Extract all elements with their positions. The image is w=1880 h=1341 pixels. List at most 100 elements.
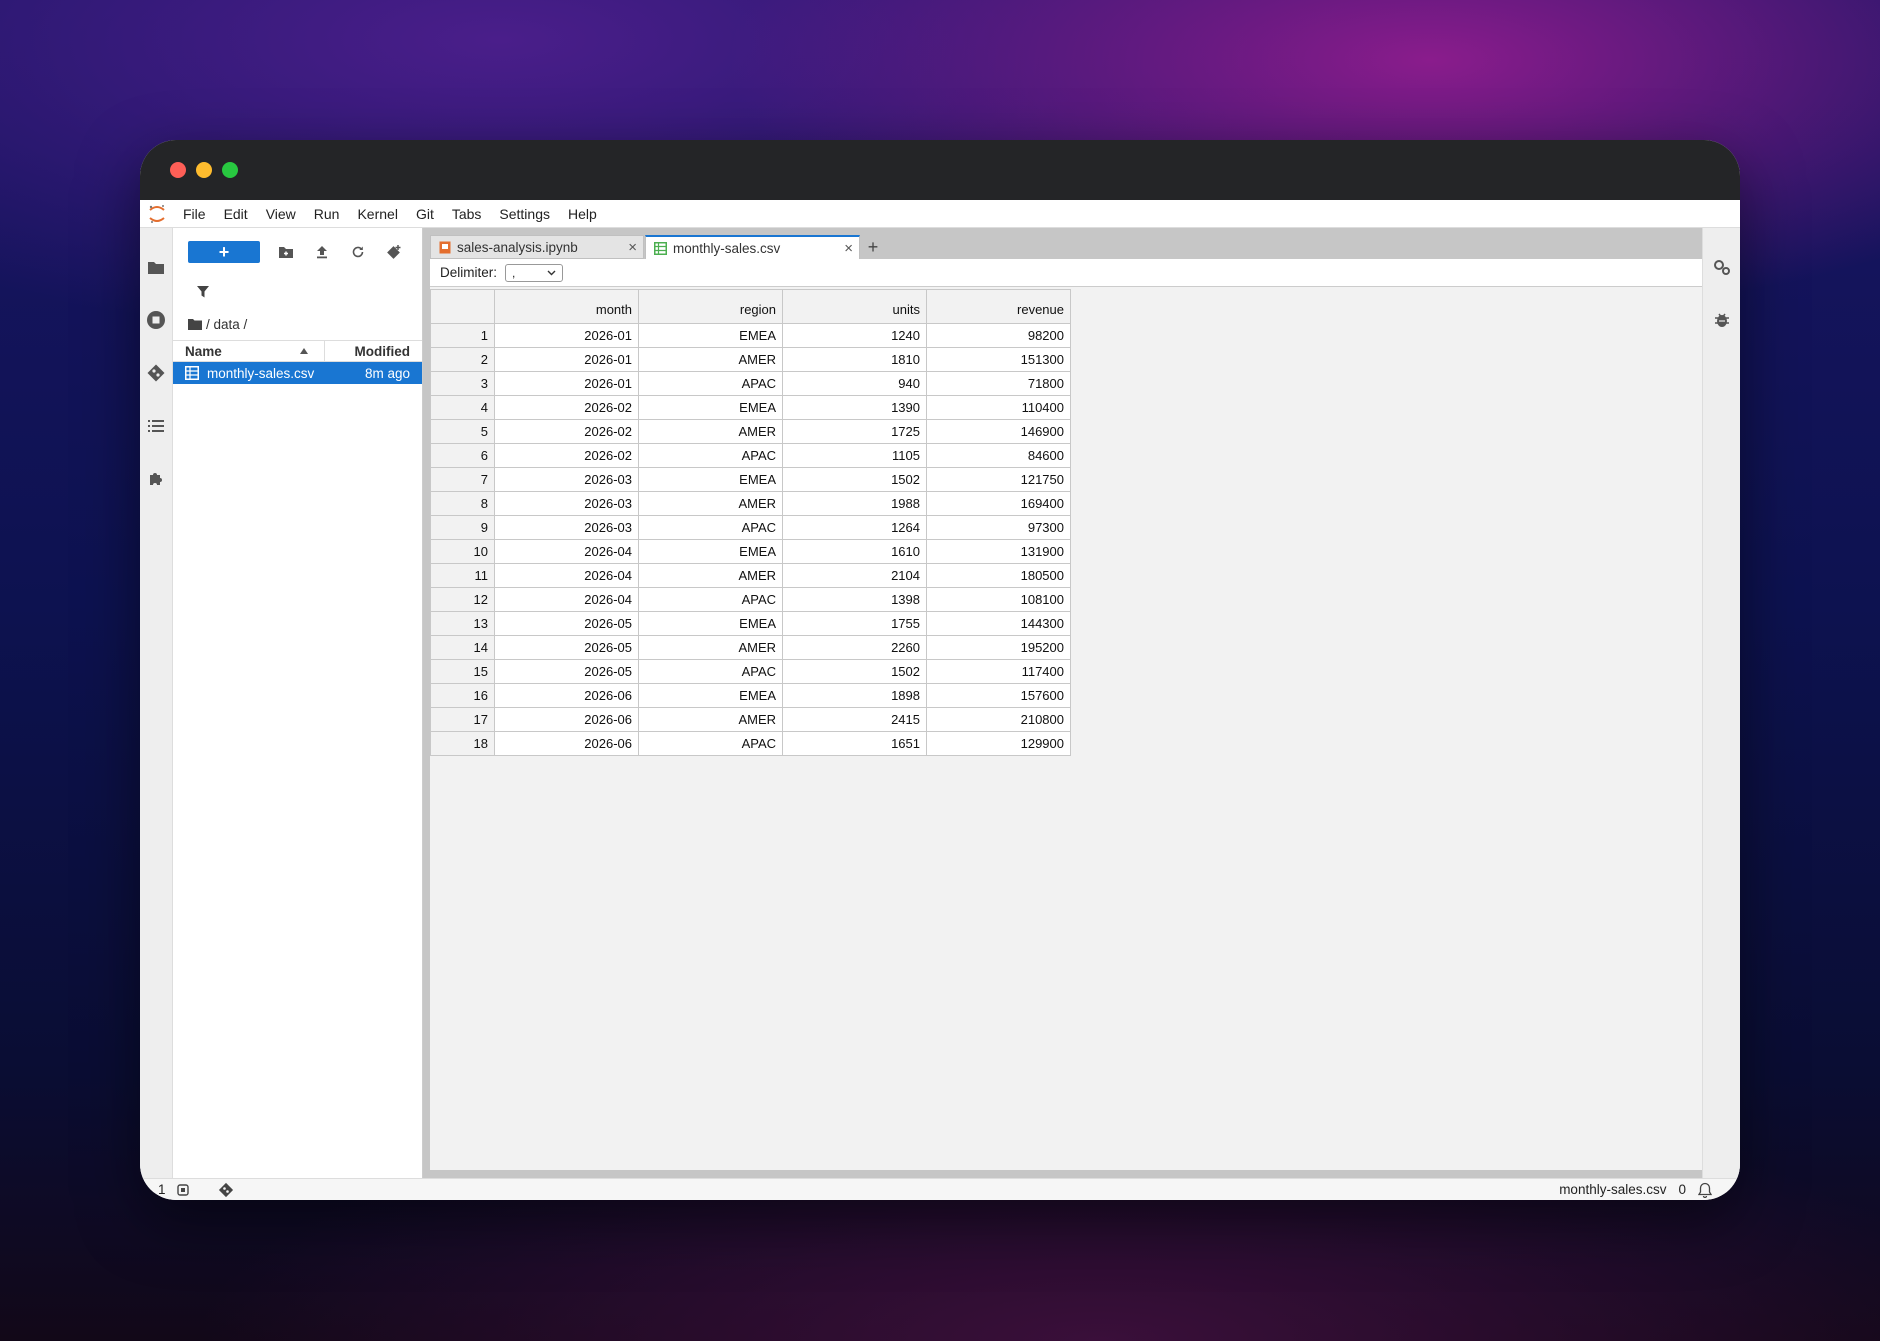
table-row[interactable]: 5 2026-02 AMER 1725 146900 xyxy=(430,419,1071,444)
table-cell[interactable]: EMEA xyxy=(638,323,783,348)
table-cell[interactable]: 1390 xyxy=(782,395,927,420)
table-cell[interactable]: APAC xyxy=(638,731,783,756)
table-row[interactable]: 2 2026-01 AMER 1810 151300 xyxy=(430,347,1071,372)
table-cell[interactable]: 1755 xyxy=(782,611,927,636)
table-row[interactable]: 14 2026-05 AMER 2260 195200 xyxy=(430,635,1071,660)
row-header[interactable]: 12 xyxy=(430,587,495,612)
row-header[interactable]: 3 xyxy=(430,371,495,396)
table-cell[interactable]: 97300 xyxy=(926,515,1071,540)
row-header[interactable]: 1 xyxy=(430,323,495,348)
table-cell[interactable]: 2415 xyxy=(782,707,927,732)
table-row[interactable]: 16 2026-06 EMEA 1898 157600 xyxy=(430,683,1071,708)
table-cell[interactable]: APAC xyxy=(638,371,783,396)
row-header[interactable]: 15 xyxy=(430,659,495,684)
menu-tabs[interactable]: Tabs xyxy=(443,200,491,228)
row-header[interactable]: 18 xyxy=(430,731,495,756)
table-cell[interactable]: 2026-06 xyxy=(494,731,639,756)
table-row[interactable]: 15 2026-05 APAC 1502 117400 xyxy=(430,659,1071,684)
git-status-icon[interactable] xyxy=(218,1182,234,1198)
table-cell[interactable]: 2026-03 xyxy=(494,515,639,540)
table-row[interactable]: 4 2026-02 EMEA 1390 110400 xyxy=(430,395,1071,420)
table-cell[interactable]: 1398 xyxy=(782,587,927,612)
table-row[interactable]: 6 2026-02 APAC 1105 84600 xyxy=(430,443,1071,468)
table-cell[interactable]: 71800 xyxy=(926,371,1071,396)
table-cell[interactable]: 2026-04 xyxy=(494,539,639,564)
folder-icon[interactable] xyxy=(140,240,173,293)
table-cell[interactable]: AMER xyxy=(638,707,783,732)
table-cell[interactable]: 2026-03 xyxy=(494,467,639,492)
extensions-puzzle-icon[interactable] xyxy=(140,452,173,505)
row-header[interactable]: 9 xyxy=(430,515,495,540)
row-header[interactable]: 6 xyxy=(430,443,495,468)
table-cell[interactable]: 2026-01 xyxy=(494,347,639,372)
row-header[interactable]: 13 xyxy=(430,611,495,636)
table-cell[interactable]: APAC xyxy=(638,659,783,684)
close-tab-icon[interactable]: × xyxy=(844,240,853,257)
table-cell[interactable]: 1264 xyxy=(782,515,927,540)
table-row[interactable]: 17 2026-06 AMER 2415 210800 xyxy=(430,707,1071,732)
table-cell[interactable]: 2026-02 xyxy=(494,419,639,444)
table-row[interactable]: 3 2026-01 APAC 940 71800 xyxy=(430,371,1071,396)
column-header[interactable]: revenue xyxy=(926,289,1071,324)
row-header[interactable]: 10 xyxy=(430,539,495,564)
table-cell[interactable]: 151300 xyxy=(926,347,1071,372)
table-cell[interactable]: 2026-02 xyxy=(494,395,639,420)
table-cell[interactable]: 1651 xyxy=(782,731,927,756)
menu-run[interactable]: Run xyxy=(305,200,349,228)
table-cell[interactable]: 144300 xyxy=(926,611,1071,636)
running-kernels-icon[interactable] xyxy=(140,293,173,346)
table-row[interactable]: 11 2026-04 AMER 2104 180500 xyxy=(430,563,1071,588)
row-header[interactable]: 11 xyxy=(430,563,495,588)
file-list-item[interactable]: monthly-sales.csv 8m ago xyxy=(173,362,422,384)
menu-edit[interactable]: Edit xyxy=(215,200,257,228)
table-cell[interactable]: 157600 xyxy=(926,683,1071,708)
table-cell[interactable]: 98200 xyxy=(926,323,1071,348)
table-cell[interactable]: 2026-01 xyxy=(494,371,639,396)
table-cell[interactable]: 129900 xyxy=(926,731,1071,756)
table-cell[interactable]: AMER xyxy=(638,419,783,444)
column-header[interactable]: region xyxy=(638,289,783,324)
csv-grid[interactable]: month region units revenue 1 2026-01 EMEA 1… xyxy=(430,289,1071,756)
table-cell[interactable]: EMEA xyxy=(638,611,783,636)
table-row[interactable]: 9 2026-03 APAC 1264 97300 xyxy=(430,515,1071,540)
terminal-count[interactable]: 1 xyxy=(158,1182,166,1197)
table-row[interactable]: 18 2026-06 APAC 1651 129900 xyxy=(430,731,1071,756)
table-cell[interactable]: 110400 xyxy=(926,395,1071,420)
debugger-bug-icon[interactable] xyxy=(1714,293,1730,346)
table-cell[interactable]: 2026-06 xyxy=(494,683,639,708)
table-cell[interactable]: EMEA xyxy=(638,395,783,420)
table-cell[interactable]: 2026-04 xyxy=(494,563,639,588)
table-cell[interactable]: 84600 xyxy=(926,443,1071,468)
breadcrumb-path[interactable]: / data / xyxy=(206,317,247,332)
menu-git[interactable]: Git xyxy=(407,200,443,228)
table-cell[interactable]: APAC xyxy=(638,587,783,612)
close-tab-icon[interactable]: × xyxy=(628,239,637,256)
new-folder-icon[interactable] xyxy=(268,240,304,264)
table-cell[interactable]: 169400 xyxy=(926,491,1071,516)
table-cell[interactable]: 1502 xyxy=(782,467,927,492)
table-cell[interactable]: 121750 xyxy=(926,467,1071,492)
menu-help[interactable]: Help xyxy=(559,200,606,228)
table-cell[interactable]: AMER xyxy=(638,347,783,372)
upload-icon[interactable] xyxy=(304,240,340,264)
table-cell[interactable]: 1502 xyxy=(782,659,927,684)
name-column-header[interactable]: Name xyxy=(173,341,325,361)
row-header[interactable]: 14 xyxy=(430,635,495,660)
column-header[interactable]: month xyxy=(494,289,639,324)
add-tab-button[interactable]: + xyxy=(861,235,885,259)
table-cell[interactable]: AMER xyxy=(638,563,783,588)
notification-count[interactable]: 0 xyxy=(1678,1182,1686,1197)
property-inspector-icon[interactable] xyxy=(1713,240,1731,293)
table-cell[interactable]: APAC xyxy=(638,443,783,468)
row-header[interactable]: 16 xyxy=(430,683,495,708)
tab-sales-analysis[interactable]: sales-analysis.ipynb × xyxy=(430,235,644,259)
table-cell[interactable]: 108100 xyxy=(926,587,1071,612)
table-cell[interactable]: 1105 xyxy=(782,443,927,468)
row-header[interactable]: 7 xyxy=(430,467,495,492)
table-cell[interactable]: 2260 xyxy=(782,635,927,660)
modified-column-header[interactable]: Modified xyxy=(325,344,422,359)
table-cell[interactable]: 1988 xyxy=(782,491,927,516)
table-row[interactable]: 10 2026-04 EMEA 1610 131900 xyxy=(430,539,1071,564)
refresh-icon[interactable] xyxy=(340,240,376,264)
table-cell[interactable]: 940 xyxy=(782,371,927,396)
